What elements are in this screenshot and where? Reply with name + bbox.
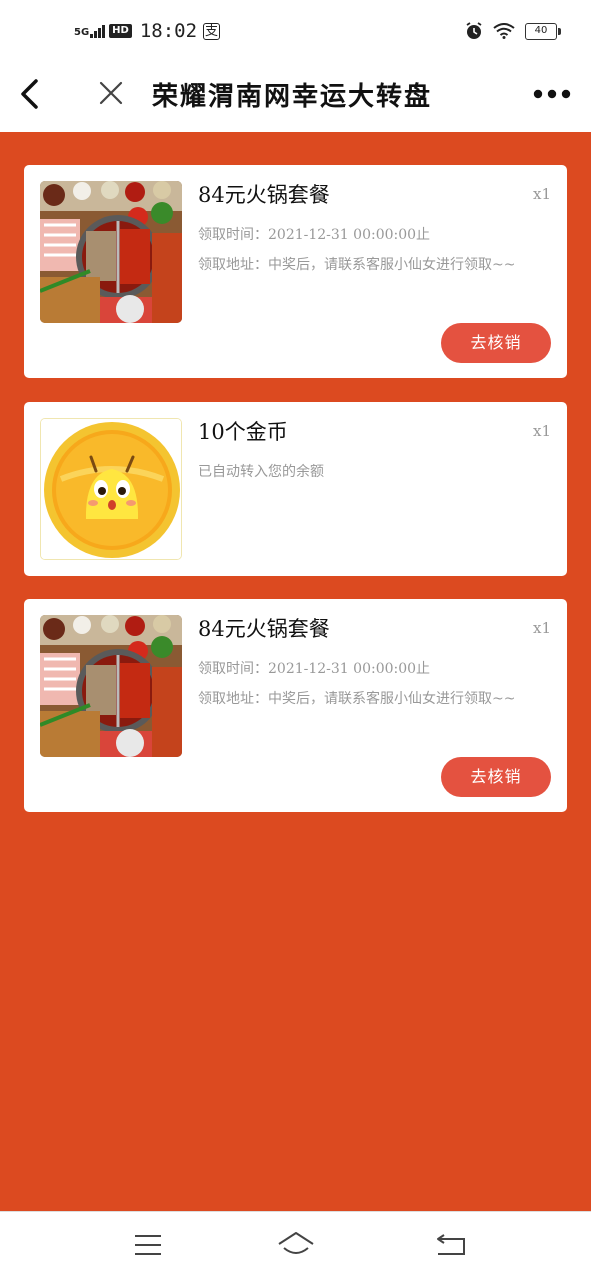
prize-quantity: x1 [532,619,551,637]
prize-note: 已自动转入您的余额 [198,464,324,480]
hd-badge: HD [109,24,132,38]
prize-quantity: x1 [532,422,551,440]
system-nav-bar [0,1211,591,1280]
claim-time: 领取时间：2021-12-31 00:00:00止 [198,661,431,677]
alarm-icon [466,22,482,39]
status-time: 18:02 [139,20,198,42]
battery-icon: 40 [525,22,561,40]
prize-card: 84元火锅套餐 x1 领取时间：2021-12-31 00:00:00止 领取地… [24,599,567,812]
wifi-icon [493,23,515,39]
signal-bars-icon [90,24,106,38]
prize-title: 10个金币 [198,420,288,444]
network-type: 5G [74,27,90,38]
hotpot-photo [40,615,182,757]
prize-card: 10个金币 x1 已自动转入您的余额 [24,402,567,576]
home-icon[interactable] [276,1230,316,1260]
hotpot-photo [40,181,182,323]
claim-address: 领取地址：中奖后，请联系客服小仙女进行领取~~ [198,257,516,273]
redeem-button[interactable]: 去核销 [441,757,551,797]
menu-icon[interactable] [133,1230,163,1260]
status-bar: 5G HD 18:02 支 40 [0,0,591,62]
gold-coin-mascot [40,418,182,560]
status-left: 5G HD 18:02 支 [74,20,221,42]
prize-quantity: x1 [532,185,551,203]
chevron-left-icon[interactable] [16,76,46,112]
signal-indicator: 5G [74,24,106,38]
battery-level: 40 [534,24,548,36]
pay-badge: 支 [203,22,221,40]
page-title: 荣耀渭南网幸运大转盘 [152,82,433,112]
nav-bar: 荣耀渭南网幸运大转盘 [0,62,591,132]
prize-list: 84元火锅套餐 x1 领取时间：2021-12-31 00:00:00止 领取地… [0,132,591,1211]
claim-time: 领取时间：2021-12-31 00:00:00止 [198,227,431,243]
close-icon[interactable] [98,79,124,107]
prize-title: 84元火锅套餐 [198,183,330,207]
more-dots-icon[interactable] [533,88,571,100]
prize-card: 84元火锅套餐 x1 领取时间：2021-12-31 00:00:00止 领取地… [24,165,567,378]
return-icon[interactable] [434,1230,468,1260]
claim-address: 领取地址：中奖后，请联系客服小仙女进行领取~~ [198,691,516,707]
prize-title: 84元火锅套餐 [198,617,330,641]
redeem-button[interactable]: 去核销 [441,323,551,363]
status-right: 40 [465,22,561,40]
